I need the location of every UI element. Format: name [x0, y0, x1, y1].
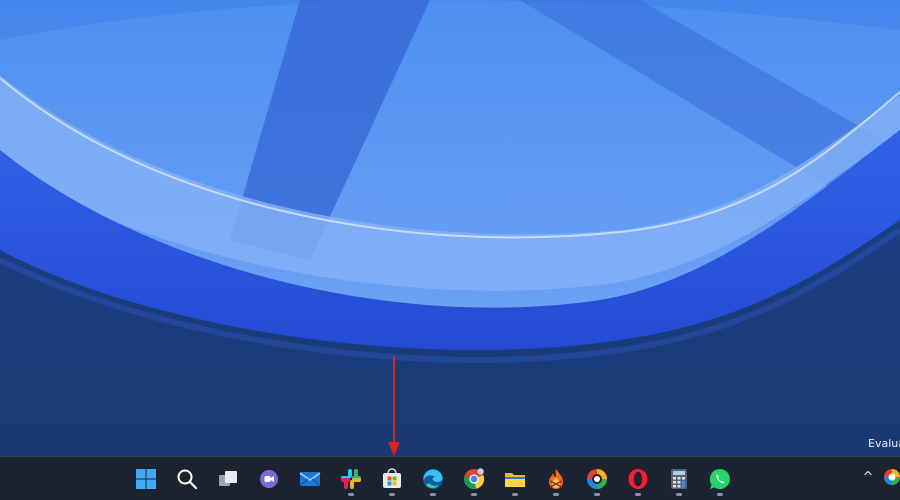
task-view-button[interactable] [209, 461, 247, 497]
annotation-arrow [388, 356, 400, 456]
running-indicator [389, 493, 395, 496]
ring-app-button[interactable] [578, 461, 616, 497]
wallpaper-art [0, 0, 900, 456]
mail-icon [299, 472, 321, 487]
file-explorer-button[interactable] [496, 461, 534, 497]
show-hidden-icons-button[interactable]: ^ [857, 465, 879, 491]
calculator-button[interactable] [660, 461, 698, 497]
running-indicator [676, 493, 682, 496]
slack-button[interactable] [332, 461, 370, 497]
whatsapp-button[interactable] [701, 461, 739, 497]
edge-icon [423, 469, 443, 489]
running-indicator [430, 493, 436, 496]
chrome-button[interactable] [455, 461, 493, 497]
evaluation-watermark: Evalua [868, 437, 900, 450]
folder-icon [505, 473, 525, 487]
running-indicator [635, 493, 641, 496]
search-button[interactable] [168, 461, 206, 497]
opera-icon [628, 469, 648, 489]
ring-app-tray-icon[interactable] [881, 466, 900, 488]
flame-app-button[interactable] [537, 461, 575, 497]
teams-chat-icon [260, 470, 278, 488]
mail-button[interactable] [291, 461, 329, 497]
running-indicator [512, 493, 518, 496]
running-indicator [594, 493, 600, 496]
running-indicator [717, 493, 723, 496]
task-view-icon [219, 471, 237, 486]
edge-button[interactable] [414, 461, 452, 497]
store-bag-icon [383, 468, 401, 488]
taskbar: ^ [0, 456, 900, 500]
whatsapp-icon [709, 468, 730, 489]
search-icon [177, 469, 198, 490]
running-indicator [553, 493, 559, 496]
windows-logo-icon [136, 469, 156, 489]
chat-button[interactable] [250, 461, 288, 497]
running-indicator [348, 493, 354, 496]
chrome-icon [463, 468, 485, 490]
desktop-wallpaper: Evalua [0, 0, 900, 456]
calculator-icon [671, 469, 687, 489]
ring-app-icon [587, 469, 607, 489]
slack-icon [341, 469, 361, 489]
start-button[interactable] [127, 461, 165, 497]
flame-app-icon [549, 469, 563, 489]
opera-button[interactable] [619, 461, 657, 497]
microsoft-store-button[interactable] [373, 461, 411, 497]
running-indicator [471, 493, 477, 496]
